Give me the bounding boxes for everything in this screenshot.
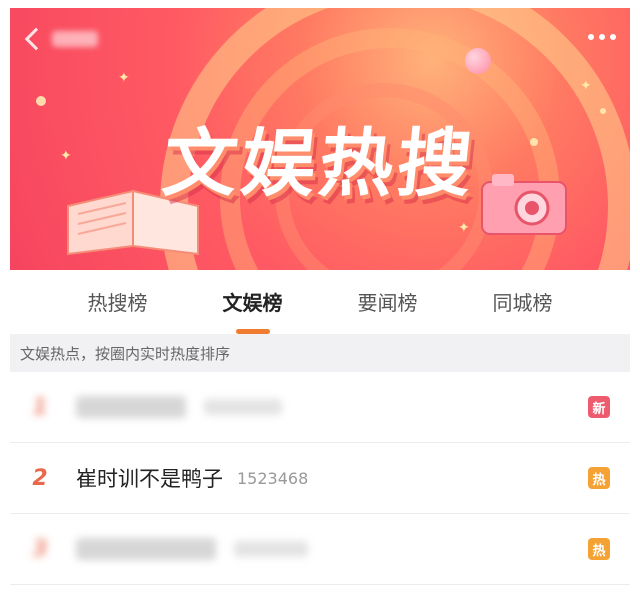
app-frame: ✦ ✦ ✦ ✦ 文娱热搜 热搜榜 文娱榜 要闻榜 同城榜 文娱热点，按圈内实时热… (10, 8, 630, 594)
chevron-left-icon (24, 27, 48, 51)
more-dots-icon (610, 34, 616, 40)
new-badge: 新 (588, 396, 610, 418)
tab-bar: 热搜榜 文娱榜 要闻榜 同城榜 (10, 270, 630, 334)
blurred-count (204, 399, 282, 415)
rank-number: 1 (32, 394, 48, 420)
rank-number: 3 (32, 536, 48, 562)
sparkle-icon: ✦ (580, 78, 592, 94)
blurred-title (76, 538, 216, 560)
heat-count: 1523468 (237, 468, 309, 488)
list-item[interactable]: 2 崔时训不是鸭子 1523468 热 (10, 443, 630, 514)
more-button[interactable] (588, 34, 616, 40)
item-title: 崔时训不是鸭子 (76, 467, 223, 491)
tab-hot-search[interactable]: 热搜榜 (82, 283, 154, 320)
list-description: 文娱热点，按圈内实时热度排序 (10, 334, 630, 372)
tab-entertainment[interactable]: 文娱榜 (217, 283, 289, 334)
more-dots-icon (599, 34, 605, 40)
banner-title: 文娱热搜 (158, 121, 480, 207)
list-item[interactable]: 3 热 (10, 514, 630, 585)
blurred-count (234, 541, 308, 557)
rank-number: 2 (32, 465, 48, 491)
more-dots-icon (588, 34, 594, 40)
list-item[interactable]: 1 新 (10, 372, 630, 443)
hot-badge: 热 (588, 467, 610, 489)
ranking-list: 1 新 2 崔时训不是鸭子 1523468 热 3 热 (10, 372, 630, 585)
back-button[interactable] (24, 26, 98, 52)
sparkle-icon: ✦ (458, 220, 470, 236)
hero-banner: ✦ ✦ ✦ ✦ 文娱热搜 (10, 8, 630, 270)
decor-bubble (465, 48, 491, 74)
back-label-blurred (52, 31, 98, 47)
blurred-title (76, 396, 186, 418)
tab-local[interactable]: 同城榜 (487, 283, 559, 320)
hot-badge: 热 (588, 538, 610, 560)
sparkle-icon: ✦ (118, 70, 130, 86)
tab-news[interactable]: 要闻榜 (352, 283, 424, 320)
